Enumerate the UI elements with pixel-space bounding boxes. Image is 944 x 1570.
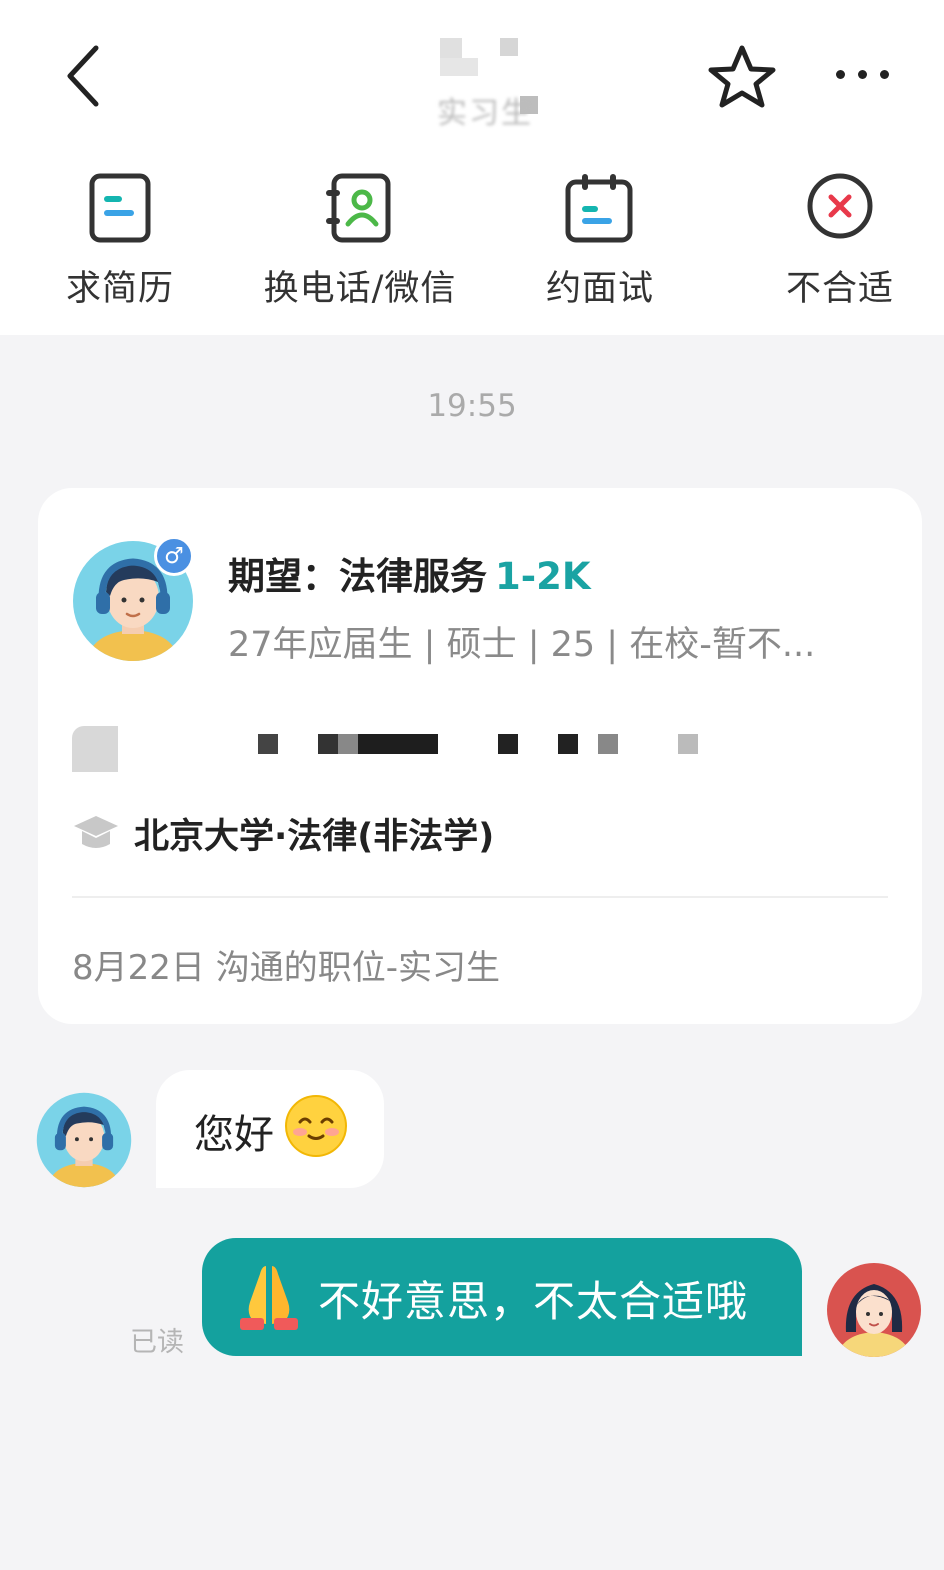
candidate-card[interactable]: ♂ 期望：法律服务 1-2K 27年应届生 | 硕士 | 25 | 在校-暂不..…	[38, 488, 922, 1024]
action-label: 约面试	[545, 269, 654, 309]
male-gender-icon: ♂	[154, 536, 194, 576]
schedule-interview-button[interactable]: 约面试	[480, 168, 720, 309]
resume-icon	[89, 173, 151, 243]
more-button[interactable]	[830, 56, 896, 94]
page-title: 实习生	[420, 32, 550, 131]
praying-hands-emoji-icon	[240, 1266, 298, 1330]
chat-timestamp: 19:55	[427, 388, 517, 424]
calendar-icon	[565, 174, 633, 243]
smiling-blush-emoji-icon	[285, 1095, 347, 1157]
job-subtitle: 实习生	[437, 96, 533, 131]
candidate-meta: 27年应届生 | 硕士 | 25 | 在校-暂不...	[228, 625, 816, 665]
school-major: 北京大学·法律(非法学)	[134, 817, 495, 857]
reject-x-icon	[807, 173, 873, 239]
salary-range: 1-2K	[495, 555, 591, 598]
message-text: 不好意思，不太合适哦	[318, 1277, 749, 1326]
outgoing-message-bubble[interactable]: 不好意思，不太合适哦	[202, 1238, 802, 1356]
expectation-label: 期望：法律服务	[228, 555, 487, 598]
recruiter-avatar[interactable]	[826, 1262, 922, 1358]
communicated-job-line: 8月22日 沟通的职位-实习生	[72, 948, 500, 988]
redacted-info	[72, 726, 698, 776]
action-label: 不合适	[785, 269, 894, 309]
more-dots-icon	[836, 70, 845, 79]
exchange-contact-button[interactable]: 换电话/微信	[240, 168, 480, 309]
expectation-line: 期望：法律服务 1-2K	[228, 546, 591, 600]
chevron-left-icon	[67, 45, 99, 107]
incoming-message-bubble[interactable]: 您好	[156, 1070, 384, 1188]
graduation-cap-icon	[74, 816, 118, 848]
divider	[72, 896, 888, 898]
read-status: 已读	[130, 1327, 184, 1358]
favorite-button[interactable]	[706, 42, 778, 110]
star-icon	[708, 45, 776, 108]
contact-card-icon	[326, 173, 391, 243]
request-resume-button[interactable]: 求简历	[0, 168, 240, 309]
top-bar: 实习生 求简历 换电话/微信 约面试 不合适	[0, 0, 944, 335]
message-text: 您好	[194, 1112, 274, 1158]
back-button[interactable]	[58, 40, 112, 112]
candidate-chat-avatar[interactable]	[36, 1092, 132, 1188]
not-suitable-button[interactable]: 不合适	[720, 168, 944, 309]
action-label: 换电话/微信	[263, 269, 457, 309]
action-label: 求简历	[65, 269, 174, 309]
